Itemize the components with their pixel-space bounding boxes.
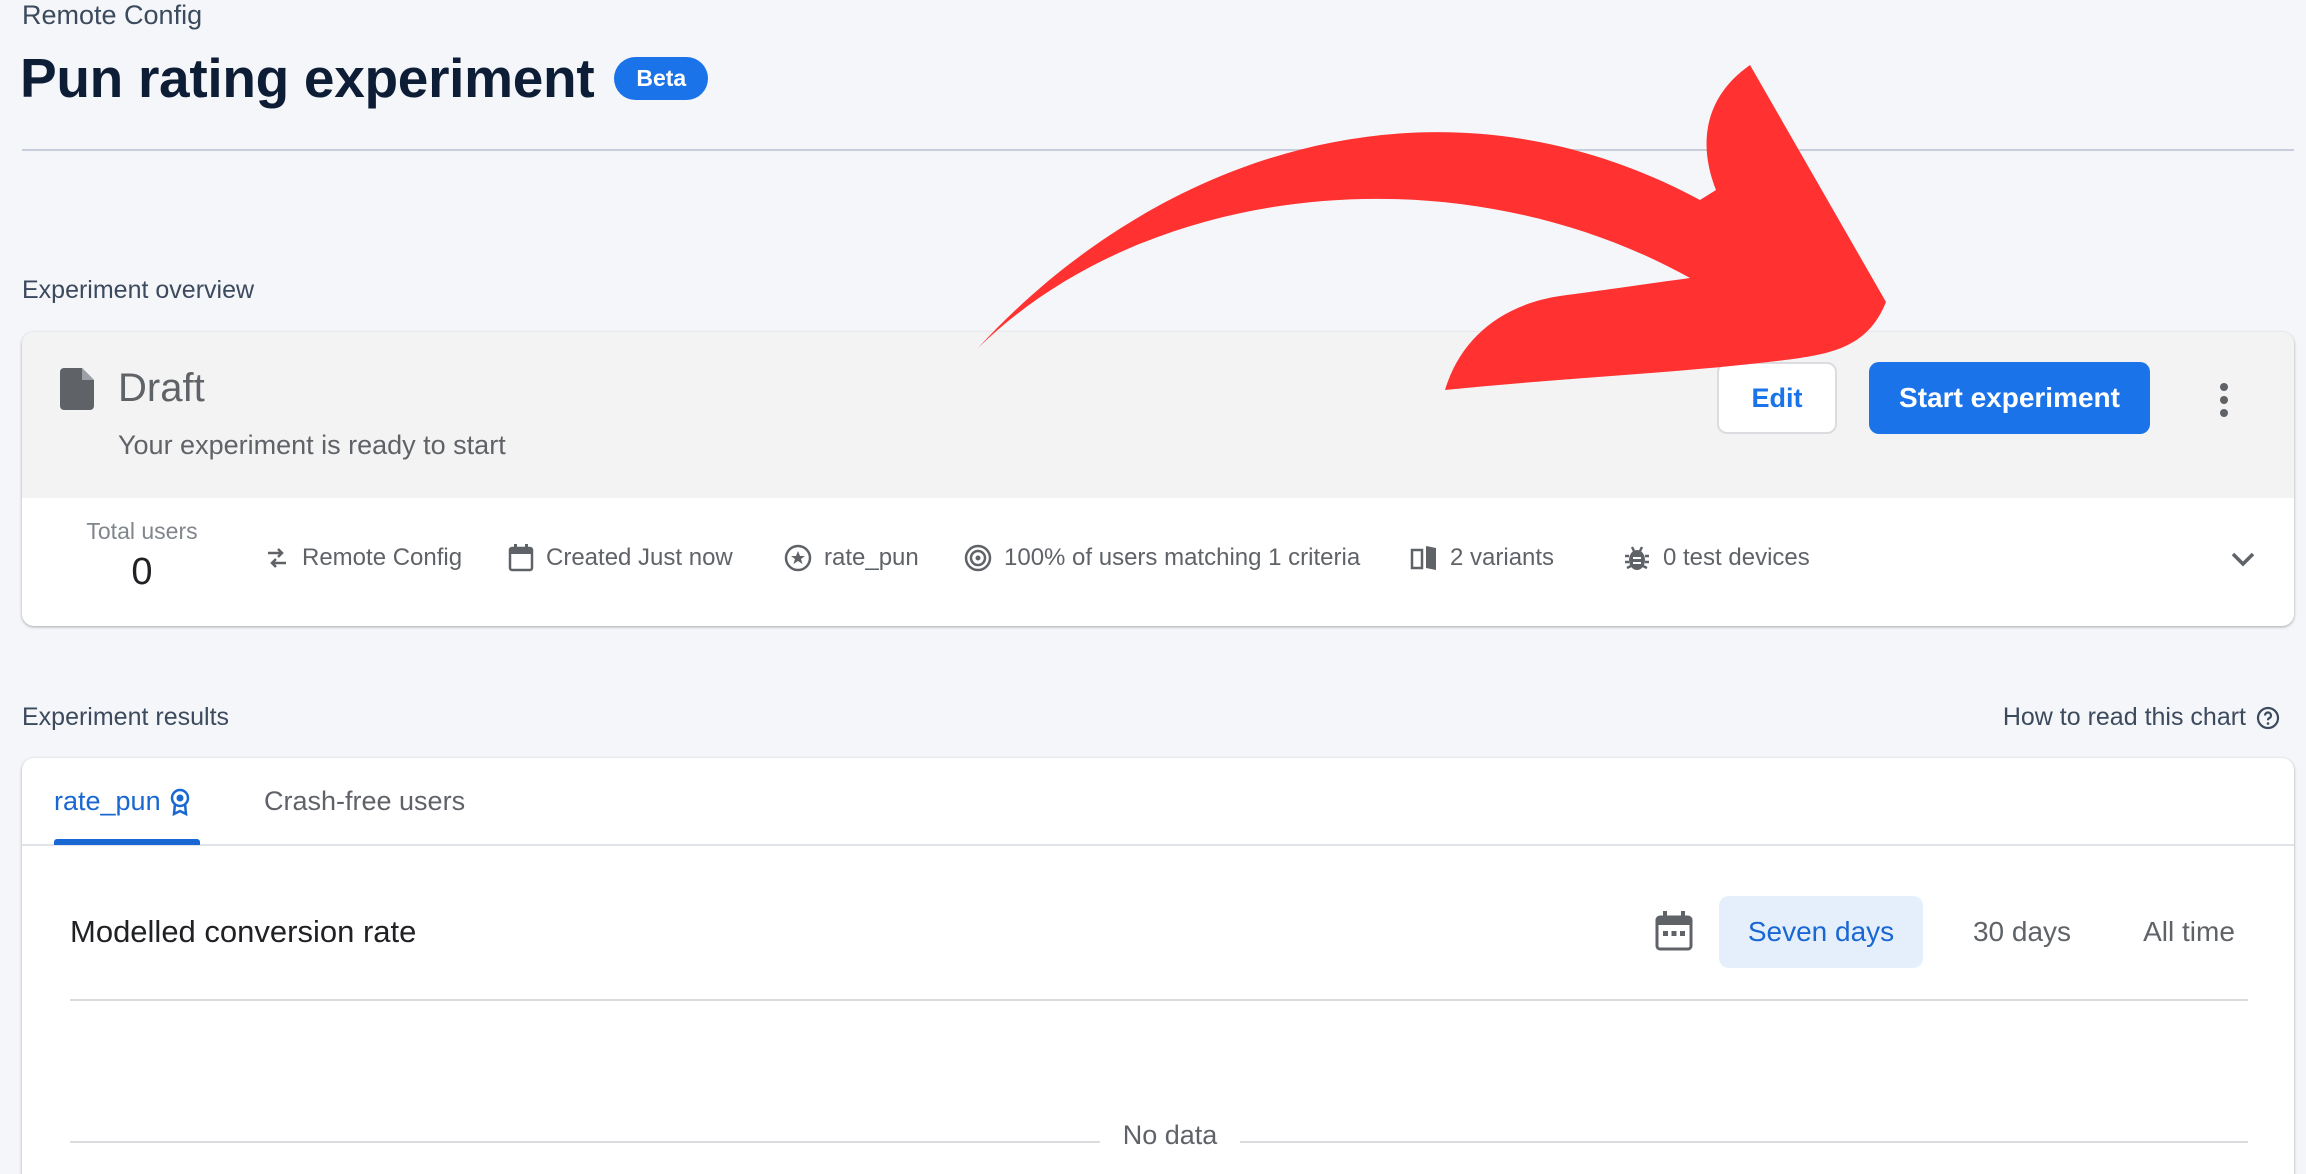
meta-test-devices-label: 0 test devices [1663, 544, 1810, 571]
experiment-results-card: rate_pun Crash-free users Modelled conve… [22, 758, 2294, 1174]
breadcrumb[interactable]: Remote Config [22, 0, 202, 31]
award-icon [170, 788, 189, 816]
tab-crash-free-users[interactable]: Crash-free users [264, 786, 465, 817]
how-to-read-link[interactable]: How to read this chart [2003, 703, 2280, 732]
more-options-icon[interactable] [2218, 382, 2230, 418]
tab-rate-pun-label: rate_pun [54, 786, 161, 816]
title-row: Pun rating experiment Beta [20, 46, 709, 110]
overview-section-label: Experiment overview [22, 276, 255, 304]
meta-goal-label: rate_pun [824, 544, 919, 571]
remote-config-icon [268, 548, 286, 568]
tab-rate-pun[interactable]: rate_pun [54, 786, 191, 817]
no-data-line-left [70, 1141, 1100, 1143]
chevron-down-icon[interactable] [2230, 550, 2256, 568]
edit-button[interactable]: Edit [1717, 362, 1837, 434]
status-area: Draft Your experiment is ready to start … [22, 332, 2294, 498]
beta-badge: Beta [614, 56, 709, 100]
goal-star-icon [784, 544, 812, 572]
meta-remote-config-label: Remote Config [302, 544, 463, 571]
how-to-read-label: How to read this chart [2002, 703, 2246, 731]
range-all-time-button[interactable]: All time [2104, 896, 2274, 968]
bug-icon [1625, 546, 1649, 570]
results-tabs: rate_pun Crash-free users [22, 758, 2294, 846]
document-icon [60, 368, 94, 410]
range-30-days-button[interactable]: 30 days [1952, 896, 2092, 968]
results-section-label: Experiment results [22, 703, 230, 731]
page-title: Pun rating experiment [20, 47, 595, 109]
no-data-line-right [1240, 1141, 2248, 1143]
total-users-value: 0 [131, 551, 153, 593]
target-icon [964, 544, 992, 572]
chart-title: Modelled conversion rate [70, 914, 417, 949]
start-experiment-button[interactable]: Start experiment [1869, 362, 2150, 434]
experiment-meta-row: Total users 0 Remote Config Created Just… [22, 498, 2294, 626]
meta-variants: 2 variants [1410, 544, 1554, 572]
status-label: Draft [118, 366, 205, 410]
variants-icon [1410, 546, 1436, 570]
calendar-icon [508, 544, 534, 572]
meta-created: Created Just now [508, 544, 733, 572]
no-data-label: No data [1122, 1120, 1218, 1150]
active-tab-indicator [54, 839, 200, 845]
status-subtitle: Your experiment is ready to start [118, 430, 506, 460]
calendar-icon[interactable] [1655, 911, 1693, 951]
meta-created-label: Created Just now [546, 544, 733, 571]
total-users: Total users 0 [82, 518, 202, 594]
meta-goal: rate_pun [784, 544, 919, 572]
total-users-label: Total users [86, 518, 198, 544]
meta-targeting-label: 100% of users matching 1 criteria [1004, 544, 1361, 571]
experiment-overview-card: Draft Your experiment is ready to start … [22, 332, 2294, 626]
header-divider [22, 149, 2294, 151]
meta-variants-label: 2 variants [1450, 544, 1555, 571]
chart-divider [70, 999, 2248, 1001]
help-icon [2256, 706, 2280, 729]
meta-test-devices: 0 test devices [1623, 544, 1810, 572]
range-seven-days-button[interactable]: Seven days [1719, 896, 1923, 968]
meta-targeting: 100% of users matching 1 criteria [964, 544, 1360, 572]
meta-remote-config: Remote Config [264, 544, 462, 572]
